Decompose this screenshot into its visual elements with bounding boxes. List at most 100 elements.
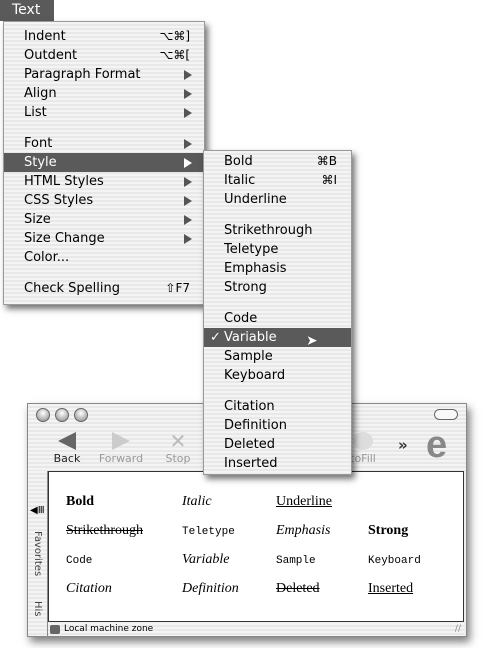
page-content: Bold Italic Underline Strikethrough Tele… (48, 471, 464, 622)
label: Style (24, 155, 57, 170)
submenu-arrow-icon (184, 196, 192, 206)
text-menu: Indent ⌥⌘] Outdent ⌥⌘[ Paragraph Format Al… (3, 21, 205, 305)
menu-item-variable[interactable]: ✓ Variable ➤ (204, 328, 351, 349)
sample-deleted: Deleted (276, 581, 320, 596)
menu-item-outdent[interactable]: Outdent ⌥⌘[ (4, 46, 204, 65)
menu-item-bold[interactable]: Bold ⌘B (204, 152, 351, 171)
menu-item-indent[interactable]: Indent ⌥⌘] (4, 27, 204, 46)
menu-item-strikethrough[interactable]: Strikethrough (204, 221, 351, 240)
submenu-arrow-icon (184, 177, 192, 187)
status-text: Local machine zone (64, 624, 154, 634)
resize-grip-icon[interactable]: // (455, 623, 461, 636)
stop-button[interactable]: ✕ Stop (153, 429, 203, 465)
label: toFill (350, 452, 376, 465)
sample-keyboard: Keyboard (368, 555, 421, 567)
menu-item-inserted[interactable]: Inserted (204, 454, 351, 473)
label: Variable (224, 330, 277, 345)
menu-item-paragraph-format[interactable]: Paragraph Format (4, 65, 204, 84)
menu-item-deleted[interactable]: Deleted (204, 435, 351, 454)
menu-item-teletype[interactable]: Teletype (204, 240, 351, 259)
stop-x-icon: ✕ (169, 429, 187, 453)
menu-item-citation[interactable]: Citation (204, 397, 351, 416)
more-chevron-icon[interactable]: » (398, 436, 408, 454)
label: Check Spelling (24, 281, 120, 296)
forward-button[interactable]: Forward (96, 432, 146, 465)
close-button[interactable] (36, 408, 50, 422)
menu-item-font[interactable]: Font (4, 134, 204, 153)
label: Underline (224, 192, 287, 207)
label: Bold (224, 154, 253, 169)
submenu-arrow-icon (184, 70, 192, 80)
label: Definition (224, 418, 287, 433)
sample-code: Code (66, 555, 93, 567)
sample-teletype: Teletype (182, 526, 235, 538)
menu-item-size[interactable]: Size (4, 210, 204, 229)
sample-sample: Sample (276, 555, 316, 567)
sample-strikethrough: Strikethrough (66, 523, 143, 538)
menu-item-definition[interactable]: Definition (204, 416, 351, 435)
menu-item-style[interactable]: Style (4, 153, 204, 172)
label: Deleted (224, 437, 275, 452)
menu-item-list[interactable]: List (4, 103, 204, 122)
label: Outdent (24, 48, 78, 63)
forward-arrow-icon (112, 432, 130, 450)
label: Teletype (224, 242, 279, 257)
submenu-arrow-icon (184, 158, 192, 168)
menu-item-code[interactable]: Code (204, 309, 351, 328)
menu-item-keyboard[interactable]: Keyboard (204, 366, 351, 385)
checkmark-icon: ✓ (210, 330, 221, 345)
label: Align (24, 86, 57, 101)
sample-inserted: Inserted (368, 581, 414, 596)
menu-item-strong[interactable]: Strong (204, 278, 351, 297)
menu-item-emphasis[interactable]: Emphasis (204, 259, 351, 278)
sample-citation: Citation (66, 581, 112, 596)
shortcut: ⇧F7 (165, 281, 190, 295)
label: Emphasis (224, 261, 287, 276)
status-bar: Local machine zone // (48, 623, 464, 636)
submenu-arrow-icon (184, 139, 192, 149)
menu-item-html-styles[interactable]: HTML Styles (4, 172, 204, 191)
label: List (24, 105, 47, 120)
label: Strong (224, 280, 267, 295)
zoom-button[interactable] (74, 408, 88, 422)
label: Keyboard (224, 368, 286, 383)
menu-item-sample[interactable]: Sample (204, 347, 351, 366)
menu-item-size-change[interactable]: Size Change (4, 229, 204, 248)
label: CSS Styles (24, 193, 94, 208)
label: Back (53, 452, 81, 465)
sample-definition: Definition (182, 581, 239, 596)
sidebar-collapse-icon[interactable]: ◀Ⅲ (30, 505, 45, 516)
sidebar-tab-history[interactable]: His (32, 601, 43, 617)
toolbar-toggle-button[interactable] (434, 409, 458, 420)
label: Paragraph Format (24, 67, 141, 82)
label: HTML Styles (24, 174, 104, 189)
explorer-sidebar: ◀Ⅲ Favorites His (28, 471, 48, 636)
menu-item-align[interactable]: Align (4, 84, 204, 103)
menu-item-color[interactable]: Color... (4, 248, 204, 267)
zone-icon (50, 625, 60, 634)
label: Forward (98, 452, 144, 465)
menu-text[interactable]: Text (0, 0, 54, 21)
autofill-icon (353, 432, 373, 450)
menu-item-italic[interactable]: Italic ⌘I (204, 171, 351, 190)
menu-item-underline[interactable]: Underline (204, 190, 351, 209)
label: Size (24, 212, 51, 227)
back-button[interactable]: Back (42, 432, 92, 465)
label: Code (224, 311, 258, 326)
ie-logo-icon: e (426, 424, 448, 466)
label: Sample (224, 349, 273, 364)
back-arrow-icon (58, 432, 76, 450)
menu-item-css-styles[interactable]: CSS Styles (4, 191, 204, 210)
shortcut: ⌥⌘[ (159, 48, 190, 62)
menu-item-check-spelling[interactable]: Check Spelling ⇧F7 (4, 279, 204, 298)
style-submenu: Bold ⌘B Italic ⌘I Underline Strikethrough … (203, 150, 352, 475)
sample-strong: Strong (368, 523, 409, 538)
shortcut: ⌥⌘] (159, 29, 190, 43)
label: Italic (224, 173, 256, 188)
submenu-arrow-icon (184, 89, 192, 99)
sidebar-tab-favorites[interactable]: Favorites (32, 531, 43, 576)
label: Font (24, 136, 53, 151)
label: Stop (165, 452, 191, 465)
label: Size Change (24, 231, 105, 246)
minimize-button[interactable] (55, 408, 69, 422)
